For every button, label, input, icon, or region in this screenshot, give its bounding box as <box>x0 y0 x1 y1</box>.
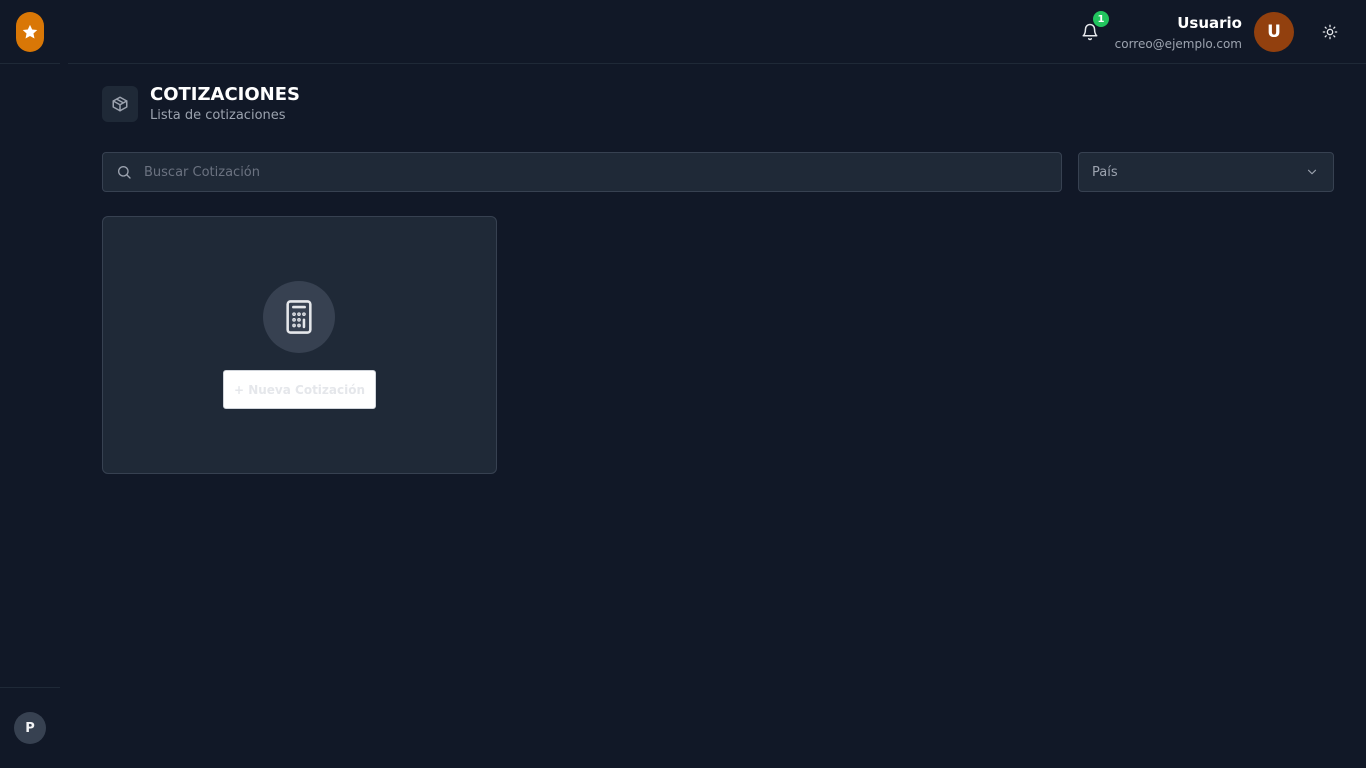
card-icon-circle <box>263 281 335 353</box>
page-icon-box <box>102 86 138 122</box>
user-name: Usuario <box>1177 14 1242 32</box>
country-select-value: País <box>1092 164 1118 180</box>
sidebar-divider-top <box>0 63 60 64</box>
page-header: COTIZACIONES Lista de cotizaciones <box>102 84 300 125</box>
notification-badge: 1 <box>1093 11 1109 27</box>
calculator-icon <box>286 300 312 334</box>
user-info[interactable]: Usuario correo@ejemplo.com <box>1115 14 1242 52</box>
sun-icon <box>1322 24 1338 40</box>
sidebar-profile-avatar[interactable]: P <box>14 712 46 744</box>
app-logo[interactable] <box>16 12 44 52</box>
theme-toggle-button[interactable] <box>1320 22 1340 42</box>
chevron-down-icon <box>1307 169 1317 175</box>
sidebar-divider-bottom <box>0 687 60 688</box>
notifications-button[interactable]: 1 <box>1081 11 1109 41</box>
search-bar <box>102 152 1062 192</box>
page-subtitle: Lista de cotizaciones <box>150 108 286 123</box>
box-icon <box>112 96 128 112</box>
user-email: correo@ejemplo.com <box>1114 37 1242 51</box>
star-icon <box>22 24 38 39</box>
new-quote-card: + Nueva Cotización <box>102 216 497 474</box>
user-avatar[interactable]: U <box>1254 12 1294 52</box>
sidebar: P <box>0 0 60 768</box>
new-quote-button[interactable]: + Nueva Cotización <box>223 370 376 409</box>
search-input[interactable] <box>132 153 1061 191</box>
page-title: COTIZACIONES <box>150 84 301 105</box>
search-icon <box>118 166 131 179</box>
country-select[interactable]: País <box>1078 152 1334 192</box>
